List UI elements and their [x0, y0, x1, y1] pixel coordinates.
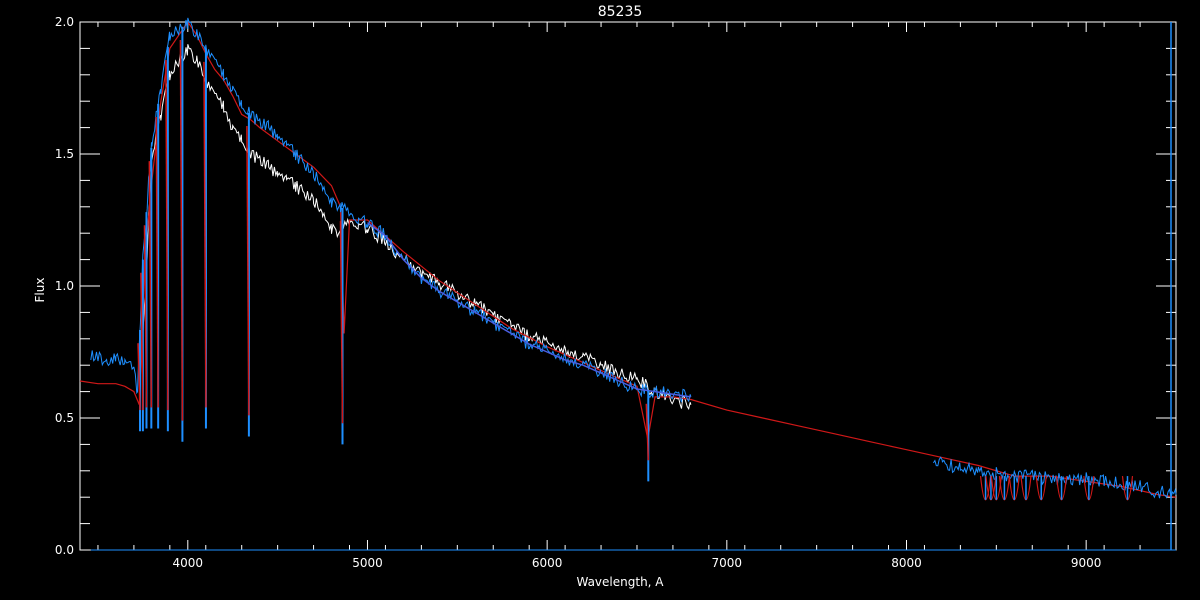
- y-tick-label: 1.0: [55, 279, 74, 293]
- absorption-lines-layer: [137, 26, 1134, 501]
- y-tick-label: 0.5: [55, 411, 74, 425]
- x-tick-label: 9000: [1071, 556, 1102, 570]
- y-axis-label: Flux: [33, 278, 47, 303]
- series-line-model-blue: [367, 221, 692, 398]
- x-tick-label: 6000: [532, 556, 563, 570]
- x-tick-label: 8000: [891, 556, 922, 570]
- x-tick-label: 7000: [712, 556, 743, 570]
- spectrum-chart: 4000 5000 6000 7000 8000 90000.00.51.01.52.0 …: [33, 4, 1177, 589]
- series-line-white: [142, 44, 692, 410]
- y-tick-label: 0.0: [55, 543, 74, 557]
- x-tick-label: 5000: [352, 556, 383, 570]
- series-layer: [79, 17, 1177, 551]
- x-tick-label: 4000: [173, 556, 204, 570]
- x-axis-label: Wavelength, A: [576, 575, 664, 589]
- y-tick-label: 1.5: [55, 147, 74, 161]
- y-tick-label: 2.0: [55, 15, 74, 29]
- chart-title: 85235: [598, 4, 643, 20]
- series-line-model: [79, 20, 1177, 498]
- plot-frame: [79, 21, 1177, 551]
